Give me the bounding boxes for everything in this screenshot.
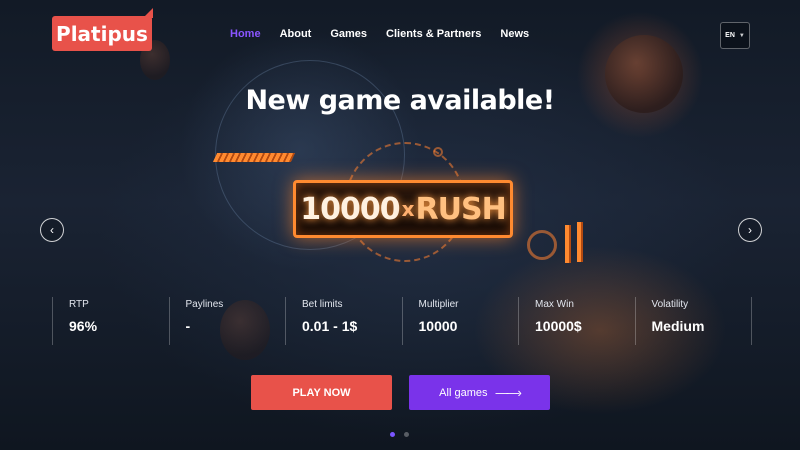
stat-value: 10000$ (535, 318, 582, 334)
play-now-label: PLAY NOW (292, 386, 351, 399)
carousel-dots (390, 432, 418, 437)
deco-bar (212, 153, 296, 162)
stat-value: 10000 (418, 318, 458, 334)
nav-news[interactable]: News (500, 28, 529, 40)
main-nav: Home About Games Clients & Partners News (230, 28, 548, 40)
stat-label: Volatility (651, 299, 689, 310)
all-games-button[interactable]: All games ——› (409, 375, 550, 410)
game-logo-x: x (401, 197, 415, 221)
stat-value: 0.01 - 1$ (302, 318, 358, 334)
logo-text: Platipus (56, 21, 148, 46)
deco-bar (577, 222, 583, 262)
stat-label: Max Win (535, 299, 574, 310)
deco-bar (565, 225, 571, 263)
carousel-next-button[interactable]: › (738, 218, 762, 242)
stat-value: - (185, 318, 191, 334)
stat-value: Medium (651, 318, 705, 334)
deco-ring (527, 230, 557, 260)
stat-rtp: RTP 96% (52, 297, 169, 345)
stat-label: Bet limits (302, 299, 343, 310)
stat-max-win: Max Win 10000$ (518, 297, 635, 345)
play-now-button[interactable]: PLAY NOW (251, 375, 392, 410)
stat-volatility: Volatility Medium (634, 297, 752, 345)
nav-clients-partners[interactable]: Clients & Partners (386, 28, 481, 40)
chevron-left-icon: ‹ (50, 223, 54, 237)
language-selector[interactable]: EN ▼ (720, 22, 750, 49)
nav-games[interactable]: Games (330, 28, 367, 40)
stat-paylines: Paylines - (168, 297, 286, 345)
hero-title: New game available! (245, 85, 555, 116)
arrow-right-icon: ——› (495, 385, 521, 400)
game-logo-number: 10000 (300, 191, 400, 227)
nav-home[interactable]: Home (230, 28, 261, 40)
nav-about[interactable]: About (280, 28, 312, 40)
stat-label: Paylines (185, 299, 224, 310)
deco-ring (433, 147, 443, 157)
language-label: EN (725, 32, 735, 39)
caret-down-icon: ▼ (738, 32, 745, 39)
stat-value: 96% (69, 318, 98, 334)
platipus-logo[interactable]: Platipus (52, 8, 153, 51)
stat-multiplier: Multiplier 10000 (401, 297, 519, 345)
stat-bet-limits: Bet limits 0.01 - 1$ (285, 297, 402, 345)
chevron-right-icon: › (748, 223, 752, 237)
game-logo-artwork: 10000 x RUSH (205, 140, 605, 275)
game-stats: RTP 96% Paylines - Bet limits 0.01 - 1$ … (52, 297, 752, 345)
carousel-prev-button[interactable]: ‹ (40, 218, 64, 242)
game-logo: 10000 x RUSH (293, 180, 513, 238)
game-logo-word: RUSH (415, 191, 507, 227)
all-games-label: All games (439, 386, 488, 399)
stat-label: RTP (69, 299, 89, 310)
carousel-dot-1[interactable] (390, 432, 395, 437)
carousel-dot-2[interactable] (404, 432, 409, 437)
stat-label: Multiplier (418, 299, 459, 310)
